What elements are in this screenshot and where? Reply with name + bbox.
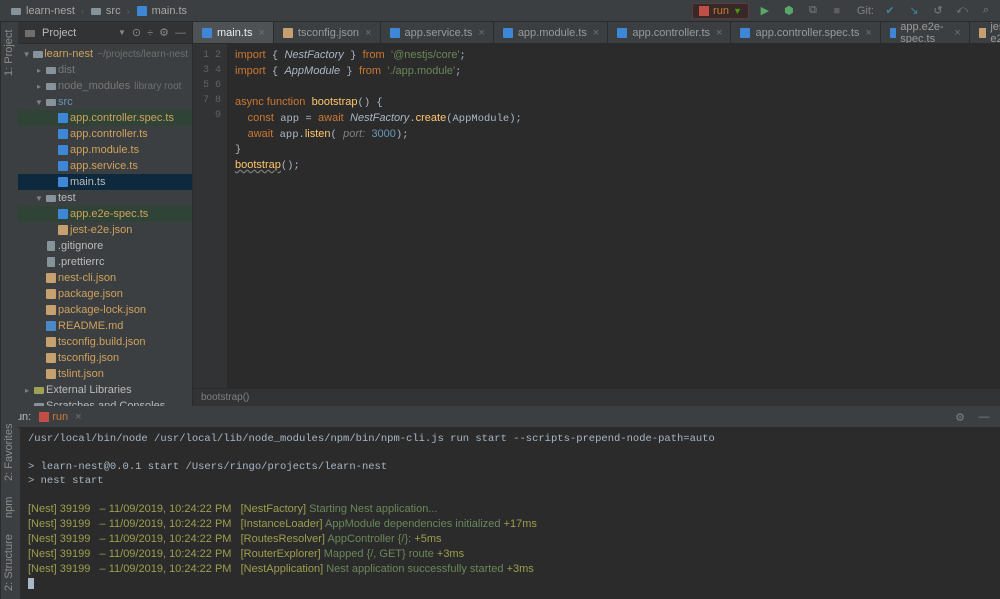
tab-project[interactable]: 1: Project — [1, 26, 18, 80]
code-editor[interactable]: import { NestFactory } from '@nestjs/cor… — [227, 44, 1000, 388]
close-icon: × — [478, 27, 484, 39]
tree-node[interactable]: ▸node_moduleslibrary root — [18, 78, 192, 94]
npm-icon — [699, 6, 709, 16]
editor-tab[interactable]: app.service.ts× — [381, 22, 494, 43]
editor-breadcrumb[interactable]: bootstrap() — [193, 388, 1000, 406]
stop-button[interactable]: ■ — [829, 3, 845, 19]
line-gutter[interactable]: 1 2 3 4 5 6 7 8 9 — [193, 44, 227, 388]
tree-node[interactable]: ▼learn-nest~/projects/learn-nest — [18, 46, 192, 62]
editor-area: main.ts×tsconfig.json×app.service.ts×app… — [193, 22, 1000, 406]
search-icon[interactable]: ⌕ — [978, 3, 994, 19]
tree-node[interactable]: ▼src — [18, 94, 192, 110]
tree-node[interactable]: tsconfig.json — [18, 350, 192, 366]
hide-icon[interactable]: — — [976, 409, 992, 425]
tree-node[interactable]: tslint.json — [18, 366, 192, 382]
editor-tab[interactable]: app.module.ts× — [494, 22, 609, 43]
tree-node[interactable]: app.controller.ts — [18, 126, 192, 142]
history-icon[interactable]: ↺ — [930, 3, 946, 19]
npm-icon — [39, 412, 49, 422]
tab-favorites[interactable]: 2: Favorites — [1, 419, 18, 484]
tree-node[interactable]: nest-cli.json — [18, 270, 192, 286]
gear-icon[interactable]: ⚙ — [159, 26, 169, 39]
run-config-selector[interactable]: run ▼ — [692, 3, 749, 19]
project-panel-header: Project ▼ ⊙ ÷ ⚙ — — [18, 22, 192, 44]
hide-icon[interactable]: — — [175, 27, 186, 39]
run-button[interactable]: ▶ — [757, 3, 773, 19]
revert-icon[interactable]: ⤺ — [954, 3, 970, 19]
editor-tab[interactable]: jest-e2e.json× — [970, 22, 1000, 43]
tree-node[interactable]: ▸External Libraries — [18, 382, 192, 398]
console-output[interactable]: /usr/local/bin/node /usr/local/lib/node_… — [20, 428, 1000, 599]
close-icon: × — [954, 27, 960, 39]
crumb-folder[interactable]: src — [86, 5, 125, 17]
project-tree[interactable]: ▼learn-nest~/projects/learn-nest▸dist▸no… — [18, 44, 192, 406]
tree-node[interactable]: .gitignore — [18, 238, 192, 254]
git-pull-icon[interactable]: ↘ — [906, 3, 922, 19]
tree-node[interactable]: tsconfig.build.json — [18, 334, 192, 350]
editor-tabs: main.ts×tsconfig.json×app.service.ts×app… — [193, 22, 1000, 44]
editor-tab[interactable]: main.ts× — [193, 22, 274, 43]
crumb-project[interactable]: learn-nest — [6, 5, 79, 17]
git-commit-icon[interactable]: ✔ — [882, 3, 898, 19]
debug-button[interactable]: ⬢ — [781, 3, 797, 19]
tab-npm[interactable]: npm — [1, 493, 18, 522]
tree-node[interactable]: ▸dist — [18, 62, 192, 78]
navigation-breadcrumbs: learn-nest › src › main.ts — [6, 5, 191, 17]
close-icon: × — [716, 27, 722, 39]
editor-tab[interactable]: app.e2e-spec.ts× — [881, 22, 970, 43]
tab-structure[interactable]: 2: Structure — [1, 530, 18, 595]
close-icon: × — [365, 27, 371, 39]
run-config-tab[interactable]: run × — [39, 411, 81, 423]
collapse-icon[interactable]: ÷ — [147, 27, 153, 39]
tree-node[interactable]: package.json — [18, 286, 192, 302]
tree-node[interactable]: app.service.ts — [18, 158, 192, 174]
close-icon[interactable]: × — [75, 411, 81, 423]
top-toolbar: learn-nest › src › main.ts run ▼ ▶ ⬢ ⧉ ■… — [0, 0, 1000, 22]
close-icon: × — [865, 27, 871, 39]
select-opened-icon[interactable]: ⊙ — [132, 26, 141, 39]
editor-tab[interactable]: app.controller.spec.ts× — [731, 22, 880, 43]
dropdown-icon[interactable]: ▼ — [118, 28, 126, 37]
tree-node[interactable]: .prettierrc — [18, 254, 192, 270]
tree-node[interactable]: ▼test — [18, 190, 192, 206]
editor-tab[interactable]: tsconfig.json× — [274, 22, 381, 43]
tree-node[interactable]: main.ts — [18, 174, 192, 190]
editor-tab[interactable]: app.controller.ts× — [608, 22, 731, 43]
attach-button[interactable]: ⧉ — [805, 3, 821, 19]
close-icon: × — [593, 27, 599, 39]
tree-node[interactable]: package-lock.json — [18, 302, 192, 318]
left-tool-tabs[interactable]: 1: Project — [0, 22, 18, 406]
toolbar-actions: run ▼ ▶ ⬢ ⧉ ■ Git: ✔ ↘ ↺ ⤺ ⌕ — [692, 3, 994, 19]
git-label: Git: — [857, 5, 874, 17]
project-icon — [24, 27, 36, 39]
dropdown-icon: ▼ — [733, 6, 742, 16]
tree-node[interactable]: README.md — [18, 318, 192, 334]
close-icon: × — [258, 27, 264, 39]
gear-icon[interactable]: ⚙ — [952, 409, 968, 425]
crumb-file[interactable]: main.ts — [132, 5, 191, 17]
tree-node[interactable]: app.module.ts — [18, 142, 192, 158]
project-panel: Project ▼ ⊙ ÷ ⚙ — ▼learn-nest~/projects/… — [18, 22, 193, 406]
panel-title: Project — [42, 27, 112, 39]
tree-node[interactable]: app.e2e-spec.ts — [18, 206, 192, 222]
tree-node[interactable]: Scratches and Consoles — [18, 398, 192, 406]
run-tool-window: Run: run × ⚙ — ↻ ■ ⎙ /usr/local/bin/node… — [0, 406, 1000, 599]
run-panel-header: Run: run × ⚙ — — [0, 407, 1000, 428]
tree-node[interactable]: app.controller.spec.ts — [18, 110, 192, 126]
left-tool-tabs-bottom[interactable]: 2: Structure npm 2: Favorites — [0, 406, 18, 599]
tree-node[interactable]: jest-e2e.json — [18, 222, 192, 238]
